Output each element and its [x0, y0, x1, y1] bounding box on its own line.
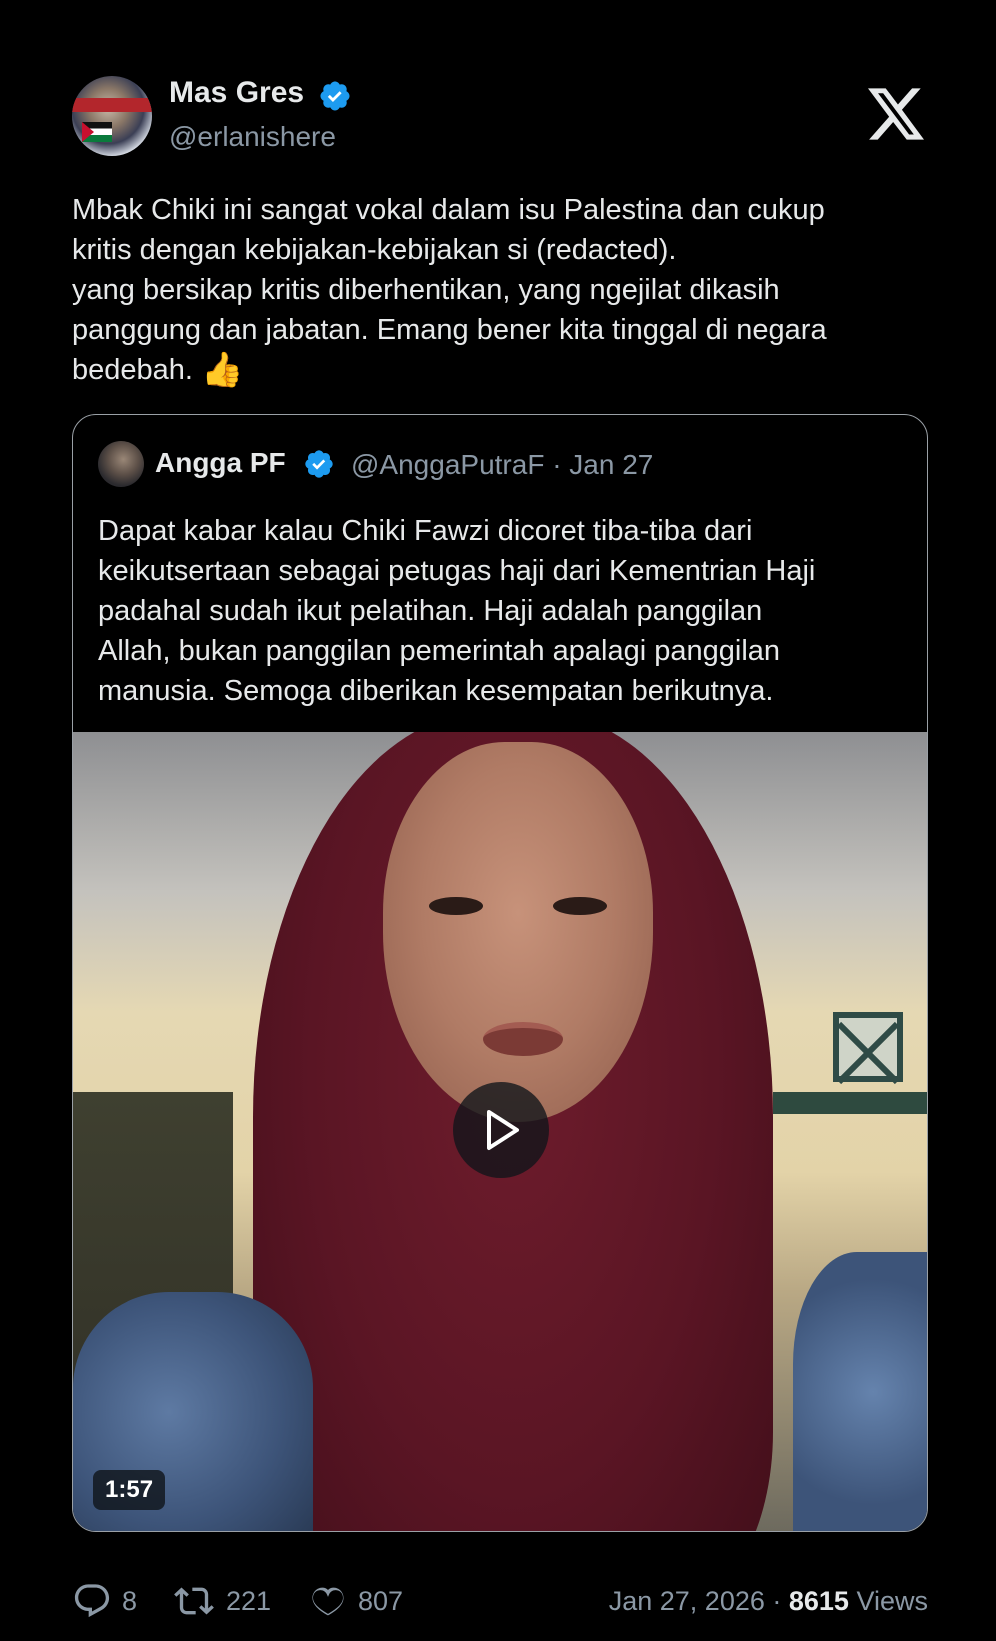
- tweet-header: Mas Gres @erlanishere: [72, 76, 928, 158]
- verified-badge-icon: [320, 81, 350, 111]
- quoted-author-avatar[interactable]: [98, 441, 144, 487]
- retweet-count: 221: [226, 1585, 272, 1616]
- tweet-line: kritis dengan kebijakan-kebijakan si (re…: [72, 234, 677, 266]
- x-logo-icon[interactable]: [868, 88, 924, 140]
- like-count: 807: [358, 1585, 404, 1616]
- video-duration: 1:57: [93, 1470, 166, 1510]
- tweet-line: panggung dan jabatan. Emang bener kita t…: [72, 314, 827, 346]
- play-icon: [487, 1110, 519, 1150]
- heart-icon: [312, 1587, 344, 1616]
- quoted-handle-date[interactable]: @AnggaPutraF · Jan 27: [351, 449, 653, 481]
- tweet-date: Jan 27, 2026 ·: [608, 1586, 789, 1616]
- play-button[interactable]: [453, 1082, 549, 1178]
- quoted-author-name[interactable]: Angga PF: [155, 447, 286, 479]
- author-avatar[interactable]: [72, 76, 152, 156]
- reply-count: 8: [122, 1585, 138, 1616]
- reply-button[interactable]: 8: [72, 1576, 137, 1626]
- quoted-tweet-text: Dapat kabar kalau Chiki Fawzi dicoret ti…: [98, 511, 898, 711]
- tweet-line: bedebah. 👍: [72, 350, 932, 390]
- reply-icon: [74, 1584, 110, 1618]
- views-label: Views: [848, 1586, 928, 1616]
- tweet-line-end: bedebah.: [72, 354, 193, 386]
- retweet-icon: [174, 1587, 214, 1615]
- quoted-line: manusia. Semoga diberikan kesempatan ber…: [98, 675, 774, 707]
- author-name[interactable]: Mas Gres: [169, 76, 304, 110]
- palestine-flag-icon: [82, 122, 112, 142]
- tweet-footer: 8 221 807 Jan 27, 2026 · 8615 Views: [72, 1576, 928, 1626]
- views-count: 8615: [788, 1586, 849, 1616]
- quoted-tweet[interactable]: Angga PF @AnggaPutraF · Jan 27 Dapat kab…: [72, 414, 928, 1532]
- video-thumbnail-face: [383, 742, 653, 1122]
- quoted-line: Allah, bukan panggilan pemerintah apalag…: [98, 635, 781, 667]
- tweet-text: Mbak Chiki ini sangat vokal dalam isu Pa…: [72, 190, 932, 390]
- like-button[interactable]: 807: [308, 1576, 403, 1626]
- tweet-line: Mbak Chiki ini sangat vokal dalam isu Pa…: [72, 194, 825, 226]
- video-player[interactable]: 1:57: [73, 732, 927, 1531]
- tweet-line: yang bersikap kritis diberhentikan, yang…: [72, 274, 780, 306]
- thumbs-up-emoji: 👍: [201, 351, 244, 389]
- verified-badge-icon: [305, 450, 333, 478]
- retweet-button[interactable]: 221: [172, 1576, 271, 1626]
- author-handle[interactable]: @erlanishere: [169, 121, 336, 153]
- quoted-line: padahal sudah ikut pelatihan. Haji adala…: [98, 595, 763, 627]
- quoted-line: keikutsertaan sebagai petugas haji dari …: [98, 555, 816, 587]
- quoted-line: Dapat kabar kalau Chiki Fawzi dicoret ti…: [98, 515, 753, 547]
- tweet-timestamp[interactable]: Jan 27, 2026 · 8615 Views: [609, 1576, 928, 1626]
